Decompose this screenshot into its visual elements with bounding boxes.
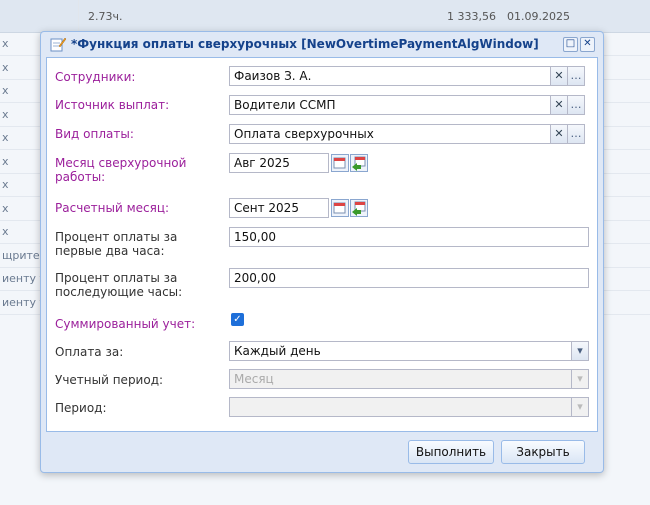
background-row-cell: х [2,37,9,50]
pct-first-field[interactable]: 150,00 [229,227,589,247]
close-window-button[interactable]: ✕ [580,37,595,52]
overtime-month-label: Месяц сверхурочной работы: [55,156,186,184]
summed-checkbox[interactable]: ✓ [231,313,244,326]
maximize-button[interactable]: □ [563,37,578,52]
source-label: Источник выплат: [55,98,170,112]
employees-lookup-button[interactable]: … [568,66,585,86]
pct-first-label-line2: первые два часа: [55,244,165,258]
period-dropdown-button: ▾ [572,397,589,417]
calendar-arrow-icon [352,156,366,171]
pay-type-label: Вид оплаты: [55,127,134,141]
bg-date-cell: 01.09.2025 [507,10,570,23]
calc-month-calendar-button[interactable] [331,199,349,217]
employees-label: Сотрудники: [55,70,136,84]
background-row-cell: х [2,131,9,144]
period-select [229,397,572,417]
bg-hours-cell: 2.73ч. [88,10,123,23]
background-row-cell: х [2,154,9,168]
background-row-cell: х [2,84,9,97]
employees-clear-button[interactable]: ✕ [551,66,568,86]
calendar-arrow-icon [352,201,366,216]
pct-next-label: Процент оплаты за последующие часы: [55,271,182,299]
pay-type-field[interactable]: Оплата сверхурочных [229,124,551,144]
edit-document-icon [50,37,66,52]
pct-next-label-line1: Процент оплаты за [55,271,178,285]
background-row-cell: х [2,201,9,215]
calc-month-label: Расчетный месяц: [55,201,170,215]
overtime-payment-window: *Функция оплаты сверхурочных [NewOvertim… [40,31,604,473]
account-period-select: Месяц [229,369,572,389]
background-header-row: 2.73ч. 1 333,56 01.09.2025 [0,0,650,33]
pct-first-label-line1: Процент оплаты за [55,230,178,244]
account-period-label: Учетный период: [55,373,164,387]
background-row-cell: х [2,178,9,191]
window-titlebar[interactable]: *Функция оплаты сверхурочных [NewOvertim… [41,32,603,56]
pct-next-field[interactable]: 200,00 [229,268,589,288]
background-row-cell: х [2,60,9,74]
overtime-month-label-line1: Месяц сверхурочной [55,156,187,170]
background-row-cell: х [2,107,9,121]
overtime-month-next-button[interactable] [350,154,368,172]
source-field[interactable]: Водители ССМП [229,95,551,115]
pay-for-dropdown-button[interactable]: ▾ [572,341,589,361]
close-button[interactable]: Закрыть [501,440,585,464]
overtime-month-field[interactable]: Авг 2025 [229,153,329,173]
source-lookup-button[interactable]: … [568,95,585,115]
run-button[interactable]: Выполнить [408,440,494,464]
bg-amount-cell: 1 333,56 [447,10,496,23]
period-label: Период: [55,401,107,415]
pay-type-lookup-button[interactable]: … [568,124,585,144]
background-row-cell: х [2,225,9,238]
overtime-month-calendar-button[interactable] [331,154,349,172]
pay-type-clear-button[interactable]: ✕ [551,124,568,144]
pct-first-label: Процент оплаты за первые два часа: [55,230,177,258]
calendar-icon [333,202,346,214]
overtime-month-label-line2: работы: [55,170,106,184]
form-panel: Сотрудники: Фаизов З. А. ✕ … Источник вы… [46,57,598,432]
calc-month-next-button[interactable] [350,199,368,217]
employees-field[interactable]: Фаизов З. А. [229,66,551,86]
calendar-icon [333,157,346,169]
source-clear-button[interactable]: ✕ [551,95,568,115]
account-period-dropdown-button: ▾ [572,369,589,389]
pay-for-select[interactable]: Каждый день [229,341,572,361]
window-title: *Функция оплаты сверхурочных [NewOvertim… [71,37,539,51]
summed-label: Суммированный учет: [55,317,196,331]
pay-for-label: Оплата за: [55,345,124,359]
pct-next-label-line2: последующие часы: [55,285,183,299]
calc-month-field[interactable]: Сент 2025 [229,198,329,218]
